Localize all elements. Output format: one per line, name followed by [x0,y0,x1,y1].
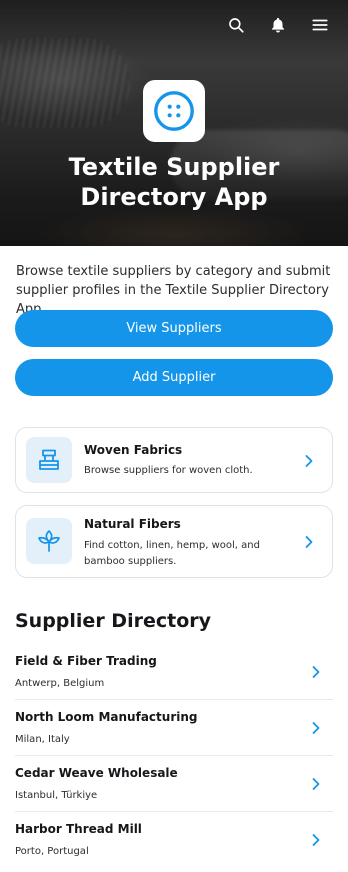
supplier-location: Porto, Portugal [15,846,89,857]
category-description: Browse suppliers for woven cloth. [84,465,253,476]
view-suppliers-button[interactable]: View Suppliers [15,310,333,347]
chevron-right-icon [312,834,320,846]
category-card-woven-fabrics[interactable]: Woven Fabrics Browse suppliers for woven… [15,427,333,493]
chevron-right-icon [305,536,313,548]
menu-button[interactable] [310,15,330,35]
supplier-name: North Loom Manufacturing [15,710,198,724]
supplier-list: Field & Fiber Trading Antwerp, Belgium N… [15,644,333,868]
page-title-line-1: Textile Supplier [68,153,280,181]
chevron-right-icon [312,778,320,790]
supplier-location: Istanbul, Türkiye [15,790,98,801]
supplier-name: Cedar Weave Wholesale [15,766,178,780]
add-supplier-button[interactable]: Add Supplier [15,359,333,396]
search-icon [229,18,244,33]
supplier-row[interactable]: Harbor Thread Mill Porto, Portugal [15,812,333,868]
supplier-name: Field & Fiber Trading [15,654,157,668]
search-button[interactable] [226,15,246,35]
page-title-line-2: Directory App [80,183,268,211]
button-icon [154,91,194,131]
supplier-location: Milan, Italy [15,734,70,745]
category-icon-tile [26,518,72,564]
loom-icon [39,449,59,470]
page-title: Textile Supplier Directory App [0,152,348,212]
supplier-location: Antwerp, Belgium [15,678,105,689]
supplier-name: Harbor Thread Mill [15,822,142,836]
leaf-icon [38,530,60,552]
category-card-natural-fibers[interactable]: Natural Fibers Find cotton, linen, hemp,… [15,505,333,578]
category-icon-tile [26,437,72,483]
menu-icon [312,19,328,31]
notifications-button[interactable] [268,15,288,35]
supplier-row[interactable]: Field & Fiber Trading Antwerp, Belgium [15,644,333,700]
directory-heading: Supplier Directory [15,610,212,632]
top-bar [226,15,330,35]
app-logo [143,80,205,142]
category-title: Woven Fabrics [84,443,183,457]
chevron-right-icon [305,455,313,467]
hero-banner: Textile Supplier Directory App [0,0,348,246]
notification-bell-icon [272,17,284,33]
supplier-row[interactable]: Cedar Weave Wholesale Istanbul, Türkiye [15,756,333,812]
chevron-right-icon [312,722,320,734]
supplier-row[interactable]: North Loom Manufacturing Milan, Italy [15,700,333,756]
chevron-right-icon [312,666,320,678]
category-description: Find cotton, linen, hemp, wool, and bamb… [84,540,260,567]
category-title: Natural Fibers [84,517,181,531]
